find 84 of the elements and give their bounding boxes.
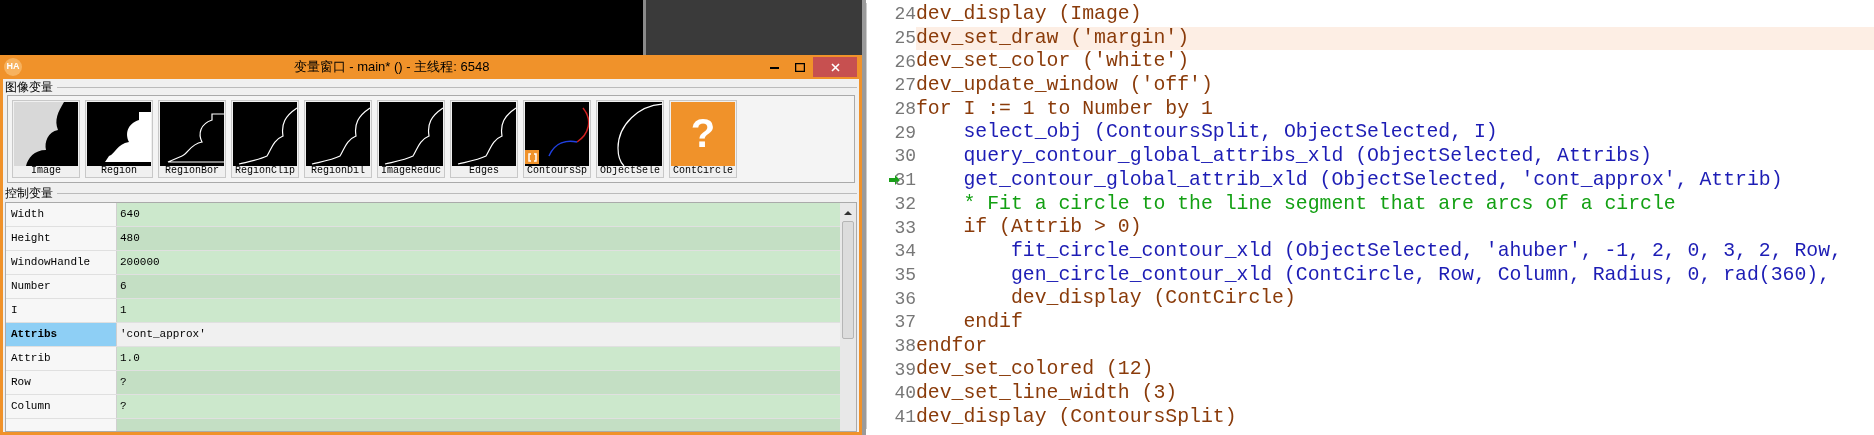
undefined-thumbnail — [671, 102, 735, 166]
section-label: 图像变量 — [5, 80, 53, 94]
variable-thumbnail[interactable]: Region — [85, 100, 153, 178]
code-line: endif — [962, 309, 1023, 335]
variable-value-cell: 480 — [117, 227, 840, 250]
code-line: dev_set_color ('white') — [916, 49, 1190, 75]
variable-value-cell: ? — [117, 395, 840, 418]
line-number: 32 — [894, 192, 916, 216]
variable-value-cell: 1.0 — [117, 347, 840, 370]
variable-name: Edges — [469, 165, 499, 177]
scrollbar-thumb[interactable] — [842, 221, 854, 339]
line-number: 40 — [894, 382, 916, 406]
line-number: 33 — [894, 216, 916, 240]
line-number: 28 — [894, 98, 916, 122]
code-line: dev_set_line_width (3) — [916, 381, 1178, 406]
line-number: 34 — [894, 240, 916, 264]
section-label: 控制变量 — [5, 186, 53, 200]
variable-name: RegionClip — [235, 165, 295, 177]
variable-thumbnail[interactable]: ContoursSp — [523, 100, 591, 178]
line-number: 30 — [894, 145, 916, 169]
variable-thumbnail[interactable]: RegionClip — [231, 100, 299, 178]
variable-thumbnail[interactable]: Image — [12, 100, 80, 178]
line-number: 25 — [894, 27, 916, 51]
variable-thumbnail[interactable]: Edges — [450, 100, 518, 178]
line-number: 24 — [894, 3, 916, 27]
code-line: if (Attrib > 0) — [962, 215, 1142, 241]
window-title: 变量窗口 - main* () - 主线程: 6548 — [292, 58, 491, 77]
variable-name-cell[interactable]: Column — [6, 395, 117, 418]
close-icon — [830, 62, 840, 72]
line-number: 37 — [894, 311, 916, 335]
variable-thumbnail[interactable]: ImageReduc — [377, 100, 445, 178]
variable-name: RegionBor — [165, 165, 219, 177]
variable-value-cell: 6 — [117, 275, 840, 298]
variable-name-cell[interactable]: Height — [6, 227, 117, 250]
line-number: 27 — [894, 74, 916, 98]
variable-value-cell: ? — [117, 371, 840, 394]
question-mark: ? — [690, 113, 716, 153]
variable-value-cell: 200000 — [117, 251, 840, 274]
variable-name: RegionDil — [311, 165, 365, 177]
minimize-icon — [769, 65, 779, 69]
variable-value-cell: 1 — [117, 299, 840, 322]
line-number: 26 — [894, 50, 916, 74]
scrollbar[interactable] — [840, 203, 856, 431]
variable-name-cell[interactable]: WindowHandle — [6, 251, 117, 274]
line-number: 36 — [894, 287, 916, 311]
code-line: fit_circle_contour_xld (ObjectSelected, 'ahuber', -1, 2, 0, 3, 2, Row, — [1009, 238, 1842, 264]
code-line: endfor — [916, 333, 988, 359]
variable-name-cell[interactable]: I — [6, 299, 117, 322]
variable-value-cell: 640 — [117, 203, 840, 226]
app-logo: HA — [4, 58, 22, 76]
line-number: 41 — [894, 406, 916, 430]
variable-name-cell[interactable]: Attrib — [6, 347, 117, 370]
variable-name: ContoursSp — [527, 165, 587, 177]
line-number: 35 — [894, 263, 916, 287]
variable-name-cell[interactable]: Attribs — [6, 323, 117, 346]
variable-name: ObjectSele — [600, 165, 660, 177]
code-line: get_contour_global_attrib_xld (ObjectSelected, 'cont_approx', Attrib) — [962, 167, 1783, 193]
maximize-icon — [795, 62, 805, 72]
code-line: dev_display (ContCircle) — [1009, 286, 1296, 312]
line-number: 39 — [894, 358, 916, 382]
variable-name-cell[interactable]: Width — [6, 203, 117, 226]
variable-name: ImageReduc — [381, 165, 441, 177]
variable-name-cell[interactable]: Row — [6, 371, 117, 394]
line-number: 38 — [894, 334, 916, 358]
code-line: dev_display (ContoursSplit) — [916, 404, 1237, 430]
variable-name: Image — [31, 165, 61, 177]
variable-thumbnail[interactable]: RegionBor — [158, 100, 226, 178]
variable-name-cell[interactable]: Number — [6, 275, 117, 298]
code-line: dev_set_draw ('margin') — [916, 25, 1190, 51]
code-line: dev_display (Image) — [916, 2, 1142, 27]
code-line: for I := 1 to Number by 1 — [916, 96, 1213, 122]
code-line: select_obj (ContoursSplit, ObjectSelected, I) — [962, 120, 1498, 146]
code-line: dev_update_window ('off') — [916, 73, 1213, 99]
line-number: 29 — [894, 121, 916, 145]
code-line: dev_set_colored (12) — [916, 357, 1154, 383]
variable-thumbnail[interactable]: ObjectSele — [596, 100, 664, 178]
code-line: query_contour_global_attribs_xld (ObjectSelected, Attribs) — [962, 144, 1652, 170]
code-line: gen_circle_contour_xld (ContCircle, Row, Column, Radius, 0, rad(360), — [1009, 262, 1831, 288]
variable-name: ContCircle — [673, 165, 733, 177]
line-number: 31 — [894, 169, 916, 193]
variable-thumbnail[interactable]: ? ContCircle — [669, 100, 737, 178]
code-comment: * Fit a circle to the line segment that are arcs of a circle — [962, 191, 1676, 217]
variable-thumbnail[interactable]: RegionDil — [304, 100, 372, 178]
variable-name: Region — [101, 165, 137, 177]
